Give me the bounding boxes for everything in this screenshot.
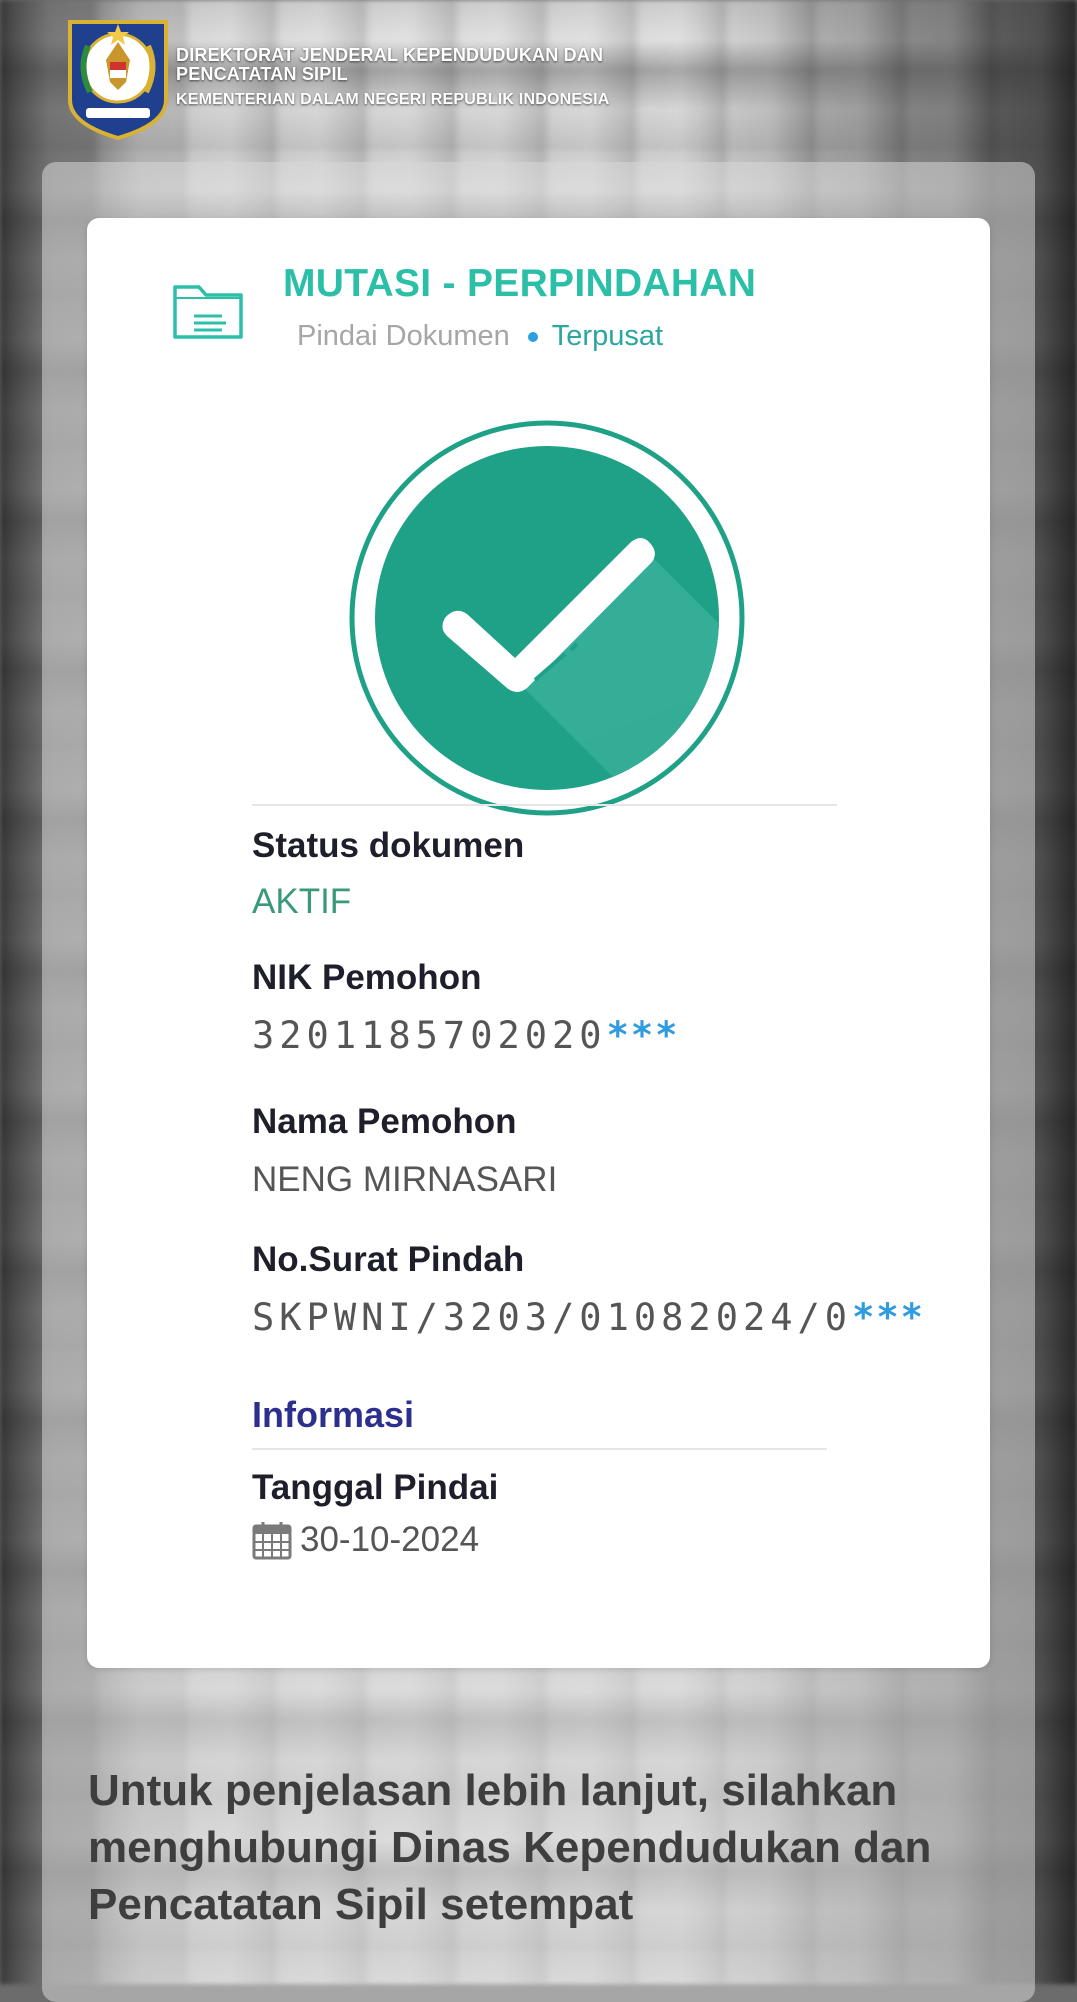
info-divider [252, 1448, 827, 1450]
separator-dot [527, 331, 538, 342]
nik-number: 3201185702020 [252, 1014, 607, 1057]
nama-label: Nama Pemohon [252, 1102, 517, 1141]
status-value: AKTIF [252, 882, 352, 921]
subtitle-text: Pindai Dokumen [297, 320, 510, 352]
header: DIREKTORAT JENDERAL KEPENDUDUKAN DAN PEN… [66, 16, 610, 140]
dukcapil-emblem-icon [68, 20, 168, 140]
card-subtitle: Pindai Dokumen Terpusat [297, 320, 663, 353]
info-heading: Informasi [252, 1394, 415, 1435]
header-title-line2: PENCATATAN SIPIL [176, 64, 348, 84]
folder-document-icon [173, 285, 243, 339]
nama-value: NENG MIRNASARI [252, 1160, 558, 1199]
nik-mask: *** [606, 1014, 680, 1057]
header-title-line1: DIREKTORAT JENDERAL KEPENDUDUKAN DAN [176, 45, 604, 65]
divider [252, 804, 837, 806]
header-ministry: KEMENTERIAN DALAM NEGERI REPUBLIK INDONE… [176, 91, 610, 108]
nik-value: 3201185702020*** [252, 1014, 679, 1057]
check-circle-icon [349, 420, 745, 816]
status-label: Status dokumen [252, 826, 525, 865]
calendar-icon [252, 1522, 292, 1560]
scan-date: 30-10-2024 [252, 1520, 479, 1560]
surat-number: SKPWNI/3203/01082024/0 [252, 1296, 853, 1339]
date-label: Tanggal Pindai [252, 1468, 499, 1507]
surat-mask: *** [852, 1296, 925, 1339]
page-title: MUTASI - PERPINDAHAN [283, 262, 757, 305]
footer-note: Untuk penjelasan lebih lanjut, silahkan … [88, 1766, 932, 1929]
surat-value: SKPWNI/3203/01082024/0*** [252, 1296, 925, 1339]
subtitle-tag: Terpusat [551, 320, 664, 352]
document-card: MUTASI - PERPINDAHAN Pindai Dokumen Terp… [87, 218, 990, 1668]
nik-label: NIK Pemohon [252, 958, 482, 997]
date-value: 30-10-2024 [300, 1520, 480, 1559]
surat-label: No.Surat Pindah [252, 1240, 525, 1279]
